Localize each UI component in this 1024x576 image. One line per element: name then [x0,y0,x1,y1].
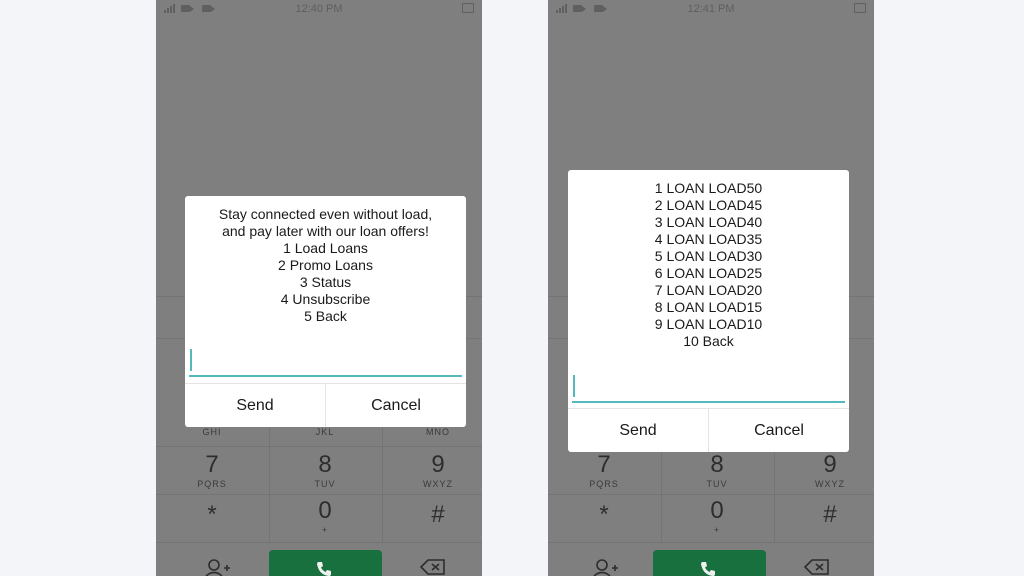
menu-option: 2 LOAN LOAD45 [654,197,763,213]
call-button[interactable] [269,550,382,576]
text-caret [190,349,192,371]
menu-option: 10 Back [683,333,734,349]
key-9[interactable]: 9 WXYZ [382,451,482,490]
cancel-button[interactable]: Cancel [325,384,466,427]
text-caret [573,375,575,397]
key-9[interactable]: 9 WXYZ [774,451,874,490]
key-digit: # [823,501,837,528]
menu-option: 7 LOAN LOAD20 [654,282,763,298]
key-hash[interactable]: # [774,502,874,528]
status-bar: 12:40 PM [156,0,482,20]
backspace-icon[interactable] [420,558,446,576]
ussd-message: 1 LOAN LOAD50 2 LOAN LOAD45 3 LOAN LOAD4… [568,170,849,350]
key-digit: 7 [205,451,219,478]
menu-option: 6 LOAN LOAD25 [654,265,763,281]
key-digit: 9 [823,451,837,478]
key-5-letters: JKL [315,427,335,437]
add-contact-icon[interactable] [592,558,618,576]
backspace-icon[interactable] [804,558,830,576]
ussd-message: Stay connected even without load, and pa… [185,196,466,325]
menu-option: 1 LOAN LOAD50 [654,180,763,196]
menu-option: 3 LOAN LOAD40 [654,214,763,230]
message-line: and pay later with our loan offers! [222,223,429,239]
key-0[interactable]: 0 + [661,497,773,536]
menu-option: 1 Load Loans [283,240,368,256]
key-star[interactable]: * [548,502,660,528]
call-icon [701,562,715,576]
key-0[interactable]: 0 + [269,497,381,536]
battery-icon [854,3,866,13]
key-digit: 0 [710,497,724,524]
menu-option: 9 LOAN LOAD10 [654,316,763,332]
send-button[interactable]: Send [568,409,708,452]
key-digit: 8 [318,451,332,478]
key-digit: # [431,501,445,528]
reply-input-caret-holder [572,373,845,401]
menu-option: 2 Promo Loans [278,257,373,273]
key-7[interactable]: 7 PQRS [548,451,660,490]
dialog-actions: Send Cancel [568,408,849,452]
key-letters: TUV [314,479,336,489]
key-letters: TUV [706,479,728,489]
status-time: 12:41 PM [687,3,735,15]
menu-option: 4 LOAN LOAD35 [654,231,763,247]
key-digit: 8 [710,451,724,478]
reply-input-caret-holder [189,347,462,375]
key-4-letters: GHI [202,427,222,437]
menu-option: 3 Status [299,274,352,290]
key-7[interactable]: 7 PQRS [156,451,268,490]
ussd-dialog-main-menu: Stay connected even without load, and pa… [185,196,466,427]
screenshot-stage: 12:40 PM GHI JKL MNO 7 PQRS 8 TUV 9 WXYZ… [0,0,1024,576]
key-letters: PQRS [197,479,227,489]
key-8[interactable]: 8 TUV [269,451,381,490]
key-digit: 7 [597,451,611,478]
key-letters: + [713,525,721,535]
message-line: Stay connected even without load, [218,206,433,222]
call-icon [317,562,331,576]
key-digit: 0 [318,497,332,524]
send-button[interactable]: Send [185,384,325,427]
cancel-button[interactable]: Cancel [708,409,849,452]
key-digit: 9 [431,451,445,478]
key-hash[interactable]: # [382,502,482,528]
menu-option: 8 LOAN LOAD15 [654,299,763,315]
status-bar: 12:41 PM [548,0,874,20]
key-letters: WXYZ [815,479,845,489]
key-letters: + [321,525,329,535]
status-time: 12:40 PM [295,3,343,15]
menu-option: 5 LOAN LOAD30 [654,248,763,264]
key-digit: * [599,501,609,528]
key-letters: WXYZ [423,479,453,489]
key-8[interactable]: 8 TUV [661,451,773,490]
menu-option: 5 Back [304,308,347,324]
ussd-dialog-loan-menu: 1 LOAN LOAD50 2 LOAN LOAD45 3 LOAN LOAD4… [568,170,849,452]
add-contact-icon[interactable] [204,558,230,576]
key-6-letters: MNO [426,427,450,437]
battery-icon [462,3,474,13]
key-letters: PQRS [589,479,619,489]
menu-option: 4 Unsubscribe [280,291,371,307]
key-star[interactable]: * [156,502,268,528]
call-button[interactable] [653,550,766,576]
key-digit: * [207,501,217,528]
dialog-actions: Send Cancel [185,383,466,427]
